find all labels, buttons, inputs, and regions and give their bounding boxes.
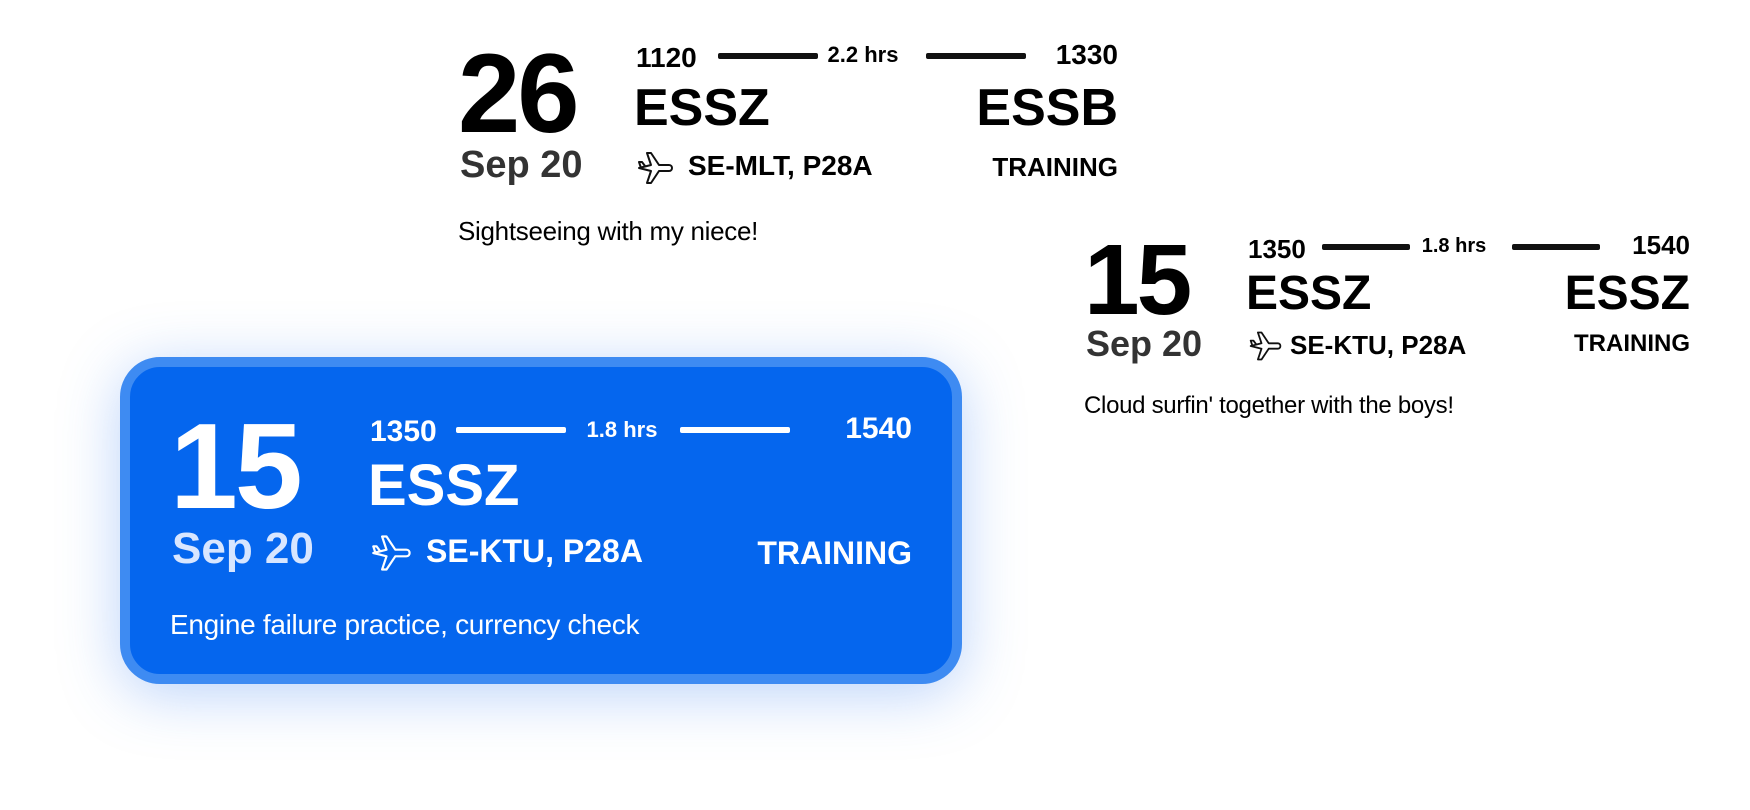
route-line (1322, 244, 1410, 250)
flight-type: TRAINING (992, 152, 1118, 182)
flight-note: Cloud surfin' together with the boys! (1084, 392, 1454, 419)
arrival-time: 1330 (1055, 39, 1118, 70)
departure-airport: ESSZ (368, 453, 520, 518)
flight-month: Sep 20 (1086, 323, 1203, 364)
route-line (926, 53, 1026, 59)
aircraft-registration: SE-MLT, P28A (688, 150, 873, 181)
flight-duration: 2.2 hrs (827, 42, 899, 67)
departure-airport: ESSZ (634, 79, 770, 137)
flight-note: Sightseeing with my niece! (458, 216, 759, 246)
arrival-airport: ESSB (976, 79, 1118, 137)
route-line (456, 427, 566, 433)
arrival-time: 1540 (1632, 230, 1690, 260)
flight-month: Sep 20 (172, 524, 314, 573)
flight-card[interactable]: 15 Sep 20 1350 1.8 hrs 1540 ESSZ ESSZ SE… (1084, 222, 1690, 432)
flight-day: 26 (458, 31, 580, 156)
arrival-time: 1540 (845, 412, 912, 445)
flight-card-selected[interactable]: 15 Sep 20 1350 1.8 hrs 1540 ESSZ SE-KTU,… (120, 357, 962, 684)
airplane-icon (372, 535, 411, 571)
flight-type: TRAINING (1574, 330, 1690, 357)
flight-day: 15 (1084, 224, 1192, 336)
route-line (718, 53, 818, 59)
aircraft-registration: SE-KTU, P28A (1290, 330, 1467, 360)
flight-note: Engine failure practice, currency check (170, 609, 640, 640)
departure-time: 1120 (636, 42, 697, 73)
flight-duration: 1.8 hrs (586, 417, 658, 442)
departure-time: 1350 (1248, 234, 1306, 264)
route-line (680, 427, 790, 433)
airplane-icon (638, 152, 673, 184)
arrival-airport: ESSZ (1564, 267, 1690, 320)
flight-card[interactable]: 26 Sep 20 1120 2.2 hrs 1330 ESSZ ESSB SE… (458, 30, 1118, 250)
flight-duration: 1.8 hrs (1421, 235, 1487, 257)
departure-airport: ESSZ (1246, 267, 1372, 320)
departure-time: 1350 (370, 415, 437, 448)
airplane-icon (1249, 331, 1282, 361)
aircraft-registration: SE-KTU, P28A (426, 533, 643, 569)
route-line (1512, 244, 1600, 250)
flight-month: Sep 20 (460, 144, 583, 186)
flight-type: TRAINING (757, 535, 912, 571)
flight-day: 15 (170, 398, 303, 534)
